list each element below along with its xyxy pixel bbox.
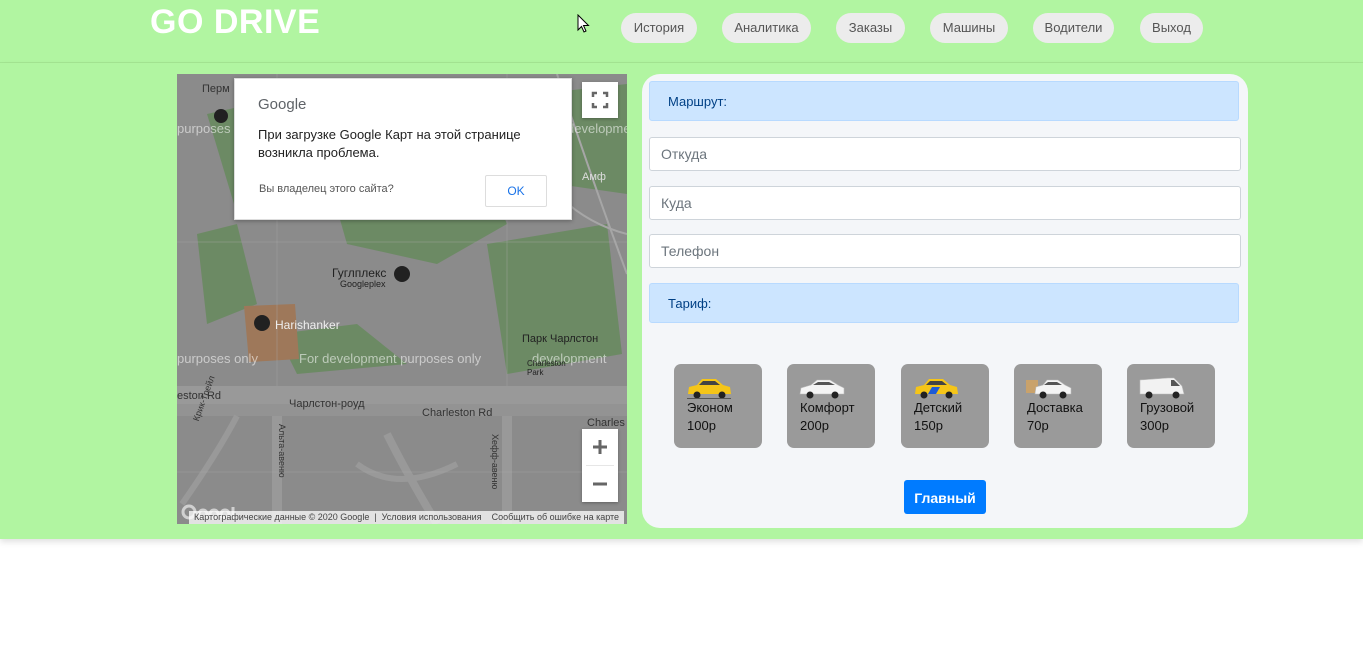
map-label-park: Парк Чарлстон bbox=[522, 333, 599, 345]
map-label-road-ru: Чарлстон-роуд bbox=[289, 398, 365, 410]
yellow-taxi-icon bbox=[687, 379, 731, 399]
tariff-name: Грузовой bbox=[1140, 400, 1195, 415]
tariff-card-delivery[interactable]: Доставка 70р bbox=[1014, 364, 1102, 448]
tariff-name: Доставка bbox=[1027, 400, 1083, 415]
tariff-price: 150р bbox=[914, 418, 943, 433]
tariff-price: 200р bbox=[800, 418, 829, 433]
brand-logo[interactable]: GO DRIVE bbox=[150, 3, 320, 42]
phone-input[interactable] bbox=[649, 234, 1241, 268]
map-label-road-en: Charleston Rd bbox=[422, 407, 493, 419]
submit-button[interactable]: Главный bbox=[904, 480, 986, 514]
map-label-amf: Амф bbox=[582, 171, 606, 183]
map-label-charles: Charles bbox=[587, 417, 625, 429]
google-logo: Google bbox=[258, 96, 307, 113]
tariff-card-kids[interactable]: Детский 150р bbox=[901, 364, 989, 448]
nav-drivers[interactable]: Водители bbox=[1033, 13, 1114, 43]
nav-orders[interactable]: Заказы bbox=[836, 13, 905, 43]
watermark-text: purposes only bbox=[177, 351, 258, 366]
tariff-name: Комфорт bbox=[800, 400, 855, 415]
owner-question[interactable]: Вы владелец этого сайта? bbox=[259, 183, 394, 195]
tariff-card-economy[interactable]: Эконом 100р bbox=[674, 364, 762, 448]
nav-cars[interactable]: Машины bbox=[930, 13, 1008, 43]
van-icon bbox=[1139, 377, 1185, 399]
map-label-park-en: Charleston Park bbox=[527, 359, 566, 377]
ok-button[interactable]: OK bbox=[485, 175, 547, 207]
fullscreen-icon bbox=[591, 91, 609, 109]
map-data-credit: Картографические данные © 2020 Google bbox=[194, 512, 370, 522]
nav-history[interactable]: История bbox=[621, 13, 697, 43]
plus-icon[interactable] bbox=[582, 429, 618, 465]
tariff-card-cargo[interactable]: Грузовой 300р bbox=[1127, 364, 1215, 448]
top-navbar: GO DRIVE История Аналитика Заказы Машины… bbox=[0, 0, 1363, 63]
order-form-panel: Маршрут: Тариф: Эконом 100р Комфорт 200р… bbox=[642, 74, 1248, 528]
map-container[interactable]: Перм purposes only development Амф Гуглп… bbox=[177, 74, 627, 524]
yellow-blue-taxi-icon bbox=[915, 379, 958, 399]
terms-link[interactable]: Условия использования bbox=[377, 512, 487, 522]
map-label-googleplex-en: Googleplex bbox=[340, 279, 386, 289]
tariff-label: Тариф: bbox=[649, 283, 1239, 323]
tariff-price: 70р bbox=[1027, 418, 1049, 433]
watermark-text: development bbox=[567, 121, 627, 136]
from-input[interactable] bbox=[649, 137, 1241, 171]
map-footer: Картографические данные © 2020 Google | Ус… bbox=[189, 511, 625, 524]
tariff-price: 300р bbox=[1140, 418, 1169, 433]
watermark-text: For development purposes only bbox=[299, 351, 482, 366]
minus-icon[interactable] bbox=[582, 466, 618, 502]
route-label: Маршрут: bbox=[649, 81, 1239, 121]
nav-analytics[interactable]: Аналитика bbox=[722, 13, 811, 43]
tariff-name: Детский bbox=[914, 400, 963, 415]
tariff-price: 100р bbox=[687, 418, 716, 433]
tariff-card-comfort[interactable]: Комфорт 200р bbox=[787, 364, 875, 448]
mouse-cursor-icon bbox=[577, 14, 590, 33]
map-label-perm: Перм bbox=[202, 83, 230, 95]
map-label-alta: Альта-авеню bbox=[277, 424, 287, 478]
map-error-dialog: Google При загрузке Google Карт на этой … bbox=[234, 78, 572, 220]
report-error-link[interactable]: Сообщить об ошибке на карте bbox=[487, 512, 624, 522]
zoom-controls bbox=[582, 429, 618, 502]
white-car-icon bbox=[799, 379, 845, 399]
error-message: При загрузке Google Карт на этой страниц… bbox=[258, 127, 521, 160]
nav-logout[interactable]: Выход bbox=[1140, 13, 1203, 43]
delivery-car-icon bbox=[1026, 379, 1072, 399]
fullscreen-button[interactable] bbox=[582, 82, 618, 118]
to-input[interactable] bbox=[649, 186, 1241, 220]
map-label-googleplex: Гуглплекс bbox=[332, 266, 387, 280]
map-label-heff: Хефф-авеню bbox=[490, 434, 500, 490]
map-label-harishanker: Harishanker bbox=[275, 318, 340, 332]
tariff-name: Эконом bbox=[687, 400, 733, 415]
